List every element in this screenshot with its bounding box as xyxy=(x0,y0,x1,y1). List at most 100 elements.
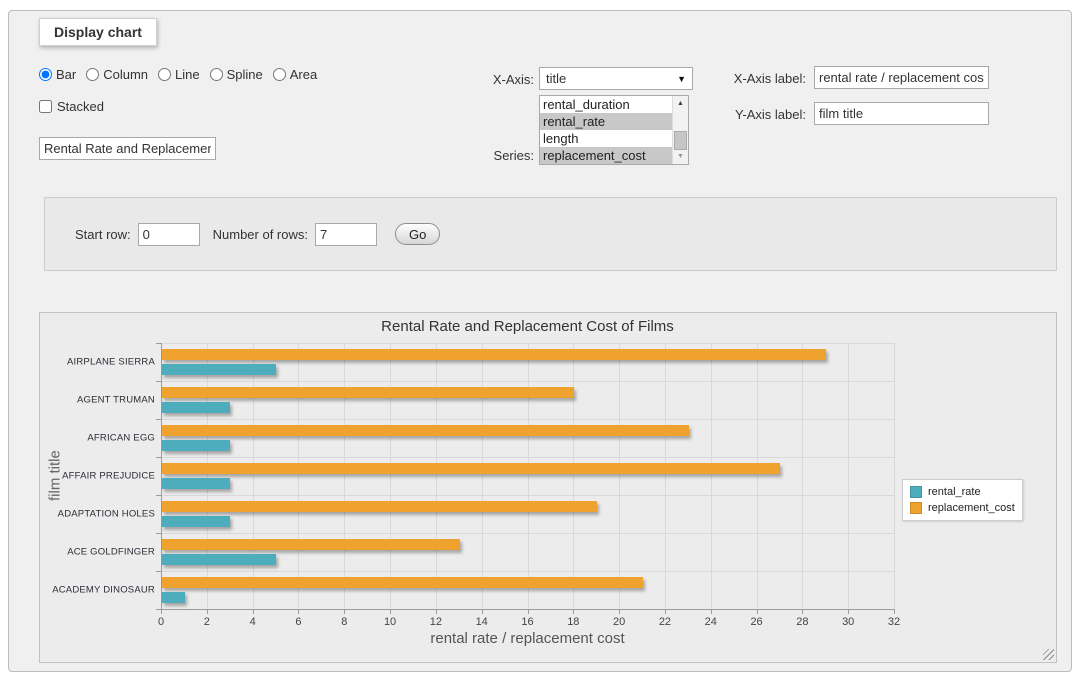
chart-type-radio-spline[interactable] xyxy=(210,68,223,81)
x-tick-mark xyxy=(848,609,849,614)
x-tick-mark xyxy=(894,609,895,614)
scroll-up-icon[interactable]: ▲ xyxy=(673,97,688,110)
bar-rental_rate xyxy=(162,440,230,451)
category-label: AGENT TRUMAN xyxy=(45,395,155,406)
x-tick-mark xyxy=(390,609,391,614)
gridline-v xyxy=(665,343,666,609)
gridline-v xyxy=(757,343,758,609)
y-axis-line xyxy=(161,343,162,609)
chart-type-option-label: Bar xyxy=(56,67,76,82)
chart-title-input[interactable] xyxy=(39,137,216,160)
x-tick-label: 26 xyxy=(750,616,762,628)
legend-label: rental_rate xyxy=(928,486,981,498)
series-scrollbar[interactable]: ▲ ▼ xyxy=(672,96,688,164)
panel-title: Display chart xyxy=(39,18,157,46)
x-axis-select-label: X-Axis: xyxy=(429,72,534,87)
chart-type-option-line[interactable]: Line xyxy=(158,67,200,82)
x-tick-mark xyxy=(161,609,162,614)
resize-handle-icon[interactable] xyxy=(1043,649,1054,660)
chart-type-radio-area[interactable] xyxy=(273,68,286,81)
stacked-checkbox[interactable] xyxy=(39,100,52,113)
bar-rental_rate xyxy=(162,516,230,527)
legend-swatch-rental_rate xyxy=(910,486,922,498)
x-tick-mark xyxy=(482,609,483,614)
chart-title: Rental Rate and Replacement Cost of Film… xyxy=(161,318,894,335)
gridline-v xyxy=(528,343,529,609)
chart-type-radio-column[interactable] xyxy=(86,68,99,81)
x-tick-label: 6 xyxy=(295,616,301,628)
y-axis-label-label: Y-Axis label: xyxy=(709,107,806,122)
chevron-down-icon: ▼ xyxy=(677,74,686,84)
x-tick-label: 12 xyxy=(430,616,442,628)
gridline-v xyxy=(436,343,437,609)
chart-container: Rental Rate and Replacement Cost of Film… xyxy=(39,312,1057,663)
chart-type-option-area[interactable]: Area xyxy=(273,67,317,82)
series-option-rental_rate[interactable]: rental_rate xyxy=(540,113,672,130)
chart-type-option-spline[interactable]: Spline xyxy=(210,67,263,82)
chart-type-option-column[interactable]: Column xyxy=(86,67,148,82)
x-tick-mark xyxy=(619,609,620,614)
bar-replacement_cost xyxy=(162,387,574,398)
x-tick-mark xyxy=(298,609,299,614)
x-tick-label: 0 xyxy=(158,616,164,628)
x-tick-label: 22 xyxy=(659,616,671,628)
chart-x-axis-title: rental rate / replacement cost xyxy=(161,630,894,647)
gridline-v xyxy=(848,343,849,609)
chart-type-option-bar[interactable]: Bar xyxy=(39,67,76,82)
legend-item-rental_rate[interactable]: rental_rate xyxy=(910,484,1015,500)
start-row-label: Start row: xyxy=(75,227,131,242)
x-tick-label: 20 xyxy=(613,616,625,628)
chart-type-radio-line[interactable] xyxy=(158,68,171,81)
x-tick-mark xyxy=(436,609,437,614)
y-axis-label-input[interactable] xyxy=(814,102,989,125)
row-controls-box: Start row: Number of rows: Go xyxy=(44,197,1057,271)
x-tick-label: 14 xyxy=(476,616,488,628)
x-tick-mark xyxy=(344,609,345,614)
num-rows-label: Number of rows: xyxy=(213,227,308,242)
series-option-length[interactable]: length xyxy=(540,130,672,147)
bar-rental_rate xyxy=(162,592,185,603)
gridline-v xyxy=(253,343,254,609)
bar-replacement_cost xyxy=(162,425,689,436)
bar-rental_rate xyxy=(162,402,230,413)
start-row-input[interactable] xyxy=(138,223,200,246)
series-listbox[interactable]: ▲ ▼ rental_durationrental_ratelengthrepl… xyxy=(539,95,689,165)
bar-replacement_cost xyxy=(162,463,780,474)
go-button[interactable]: Go xyxy=(395,223,440,245)
x-tick-mark xyxy=(757,609,758,614)
gridline-v xyxy=(344,343,345,609)
x-tick-mark xyxy=(802,609,803,614)
legend-item-replacement_cost[interactable]: replacement_cost xyxy=(910,500,1015,516)
x-tick-mark xyxy=(207,609,208,614)
gridline-v xyxy=(802,343,803,609)
category-label: AIRPLANE SIERRA xyxy=(45,357,155,368)
legend-label: replacement_cost xyxy=(928,502,1015,514)
bar-rental_rate xyxy=(162,364,276,375)
category-label: ACADEMY DINOSAUR xyxy=(45,585,155,596)
category-label: ACE GOLDFINGER xyxy=(45,547,155,558)
num-rows-input[interactable] xyxy=(315,223,377,246)
display-chart-panel: Display chart Bar Column Line Spline Area St… xyxy=(8,10,1072,672)
bar-replacement_cost xyxy=(162,539,460,550)
x-tick-label: 24 xyxy=(705,616,717,628)
x-tick-label: 18 xyxy=(567,616,579,628)
gridline-v xyxy=(894,343,895,609)
chart-legend: rental_rate replacement_cost xyxy=(902,479,1023,521)
x-tick-label: 2 xyxy=(204,616,210,628)
series-option-replacement_cost[interactable]: replacement_cost xyxy=(540,147,672,164)
series-option-rental_duration[interactable]: rental_duration xyxy=(540,96,672,113)
x-tick-mark xyxy=(573,609,574,614)
x-tick-mark xyxy=(665,609,666,614)
bar-replacement_cost xyxy=(162,501,597,512)
scroll-down-icon[interactable]: ▼ xyxy=(673,150,688,163)
x-tick-mark xyxy=(528,609,529,614)
scrollbar-thumb[interactable] xyxy=(674,131,687,150)
legend-swatch-replacement_cost xyxy=(910,502,922,514)
x-tick-label: 32 xyxy=(888,616,900,628)
gridline-v xyxy=(482,343,483,609)
x-axis-select[interactable]: title ▼ xyxy=(539,67,693,90)
x-axis-label-input[interactable] xyxy=(814,66,989,89)
chart-type-option-label: Spline xyxy=(227,67,263,82)
x-tick-label: 10 xyxy=(384,616,396,628)
chart-type-radio-bar[interactable] xyxy=(39,68,52,81)
